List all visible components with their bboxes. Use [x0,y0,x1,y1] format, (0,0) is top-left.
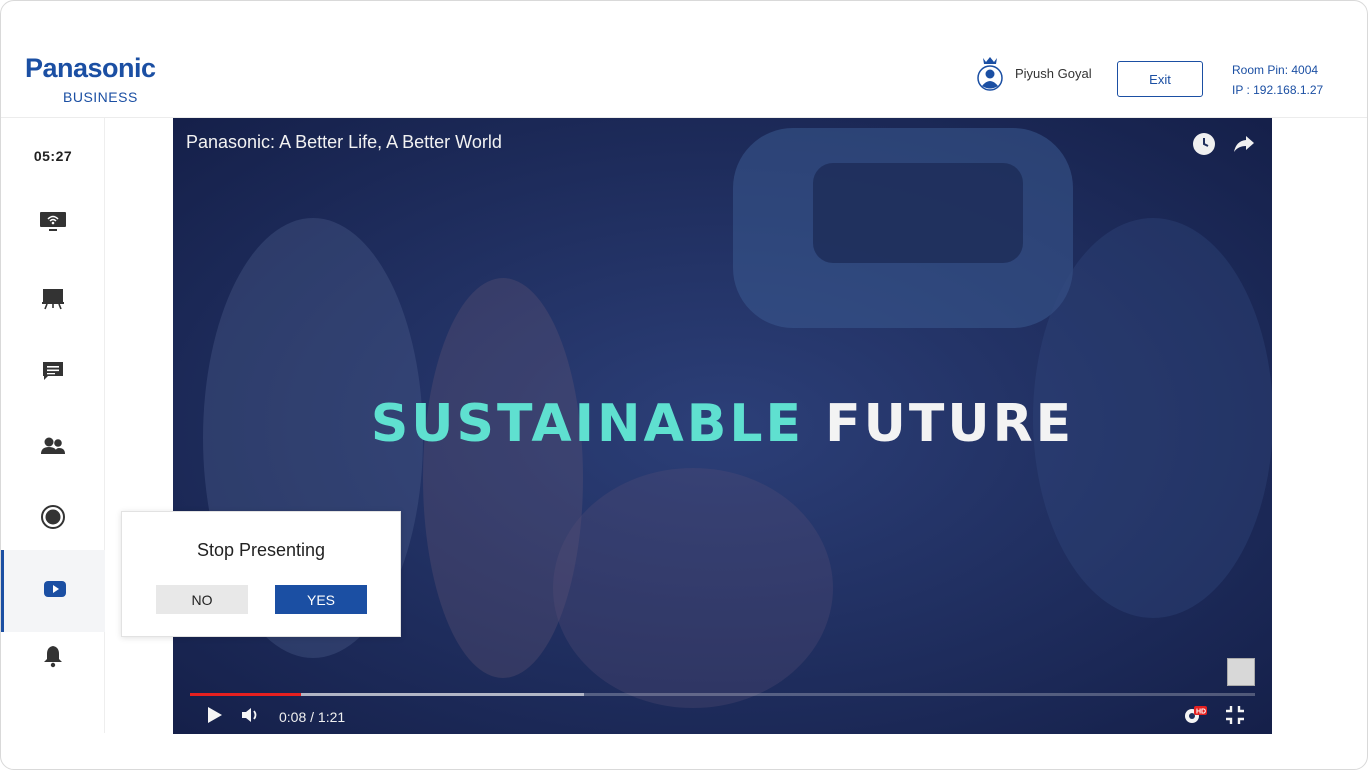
video-headline: SUSTAINABLE FUTURE [173,394,1272,454]
video-time: 0:08 / 1:21 [279,709,346,725]
session-timer: 05:27 [33,148,73,164]
room-pin: Room Pin: 4004 [1232,63,1319,77]
cast-screen-icon [39,209,67,238]
headline-word-2: FUTURE [825,394,1075,454]
yes-button[interactable]: YES [275,585,367,614]
sidebar-item-screen-share[interactable] [1,193,105,253]
exit-button[interactable]: Exit [1117,61,1203,97]
sidebar-item-youtube[interactable] [1,550,105,632]
video-title: Panasonic: A Better Life, A Better World [186,132,502,152]
sidebar-item-record[interactable] [1,489,105,549]
video-top-actions [1192,132,1256,161]
settings-gear-icon[interactable]: HD [1182,704,1208,731]
youtube-icon [43,580,67,603]
headline-word-1: SUSTAINABLE [370,394,805,454]
volume-icon[interactable] [239,704,261,731]
whiteboard-icon [41,286,65,315]
sidebar: 05:27 [1,118,105,733]
chat-icon [41,359,65,388]
sidebar-item-whiteboard[interactable] [1,270,105,330]
sidebar-item-participants[interactable] [1,418,105,478]
exit-fullscreen-icon[interactable] [1224,704,1246,731]
controls-right: HD [1182,704,1246,731]
room-info: Room Pin: 4004 IP : 192.168.1.27 [1232,60,1323,100]
stop-presenting-dialog: Stop Presenting NO YES [121,511,401,637]
progress-bar[interactable] [190,693,1255,696]
dialog-title: Stop Presenting [196,540,326,560]
sidebar-item-notifications[interactable] [1,628,105,688]
record-icon [40,504,66,535]
user-name: Piyush Goyal [1015,65,1092,81]
share-icon[interactable] [1232,132,1256,161]
brand-logo: Panasonic [25,53,156,83]
app-window: Panasonic BUSINESS Piyush Goyal Exit Roo… [0,0,1368,770]
progress-played [190,693,301,696]
watch-later-icon[interactable] [1192,132,1216,161]
sidebar-item-chat[interactable] [1,343,105,403]
channel-watermark[interactable] [1227,658,1255,686]
participants-icon [40,434,66,463]
no-button[interactable]: NO [156,585,248,614]
controls-left: 0:08 / 1:21 [203,706,345,728]
play-icon[interactable] [203,704,225,731]
bell-icon [42,644,64,673]
host-avatar-icon [977,55,1003,91]
hd-badge: HD [1196,708,1206,715]
top-header: Panasonic BUSINESS Piyush Goyal Exit Roo… [1,1,1367,118]
brand-subtitle: BUSINESS [63,89,138,105]
ip-address: IP : 192.168.1.27 [1232,83,1324,97]
user-info: Piyush Goyal [977,55,1092,91]
video-player[interactable]: Panasonic: A Better Life, A Better World… [173,118,1272,734]
